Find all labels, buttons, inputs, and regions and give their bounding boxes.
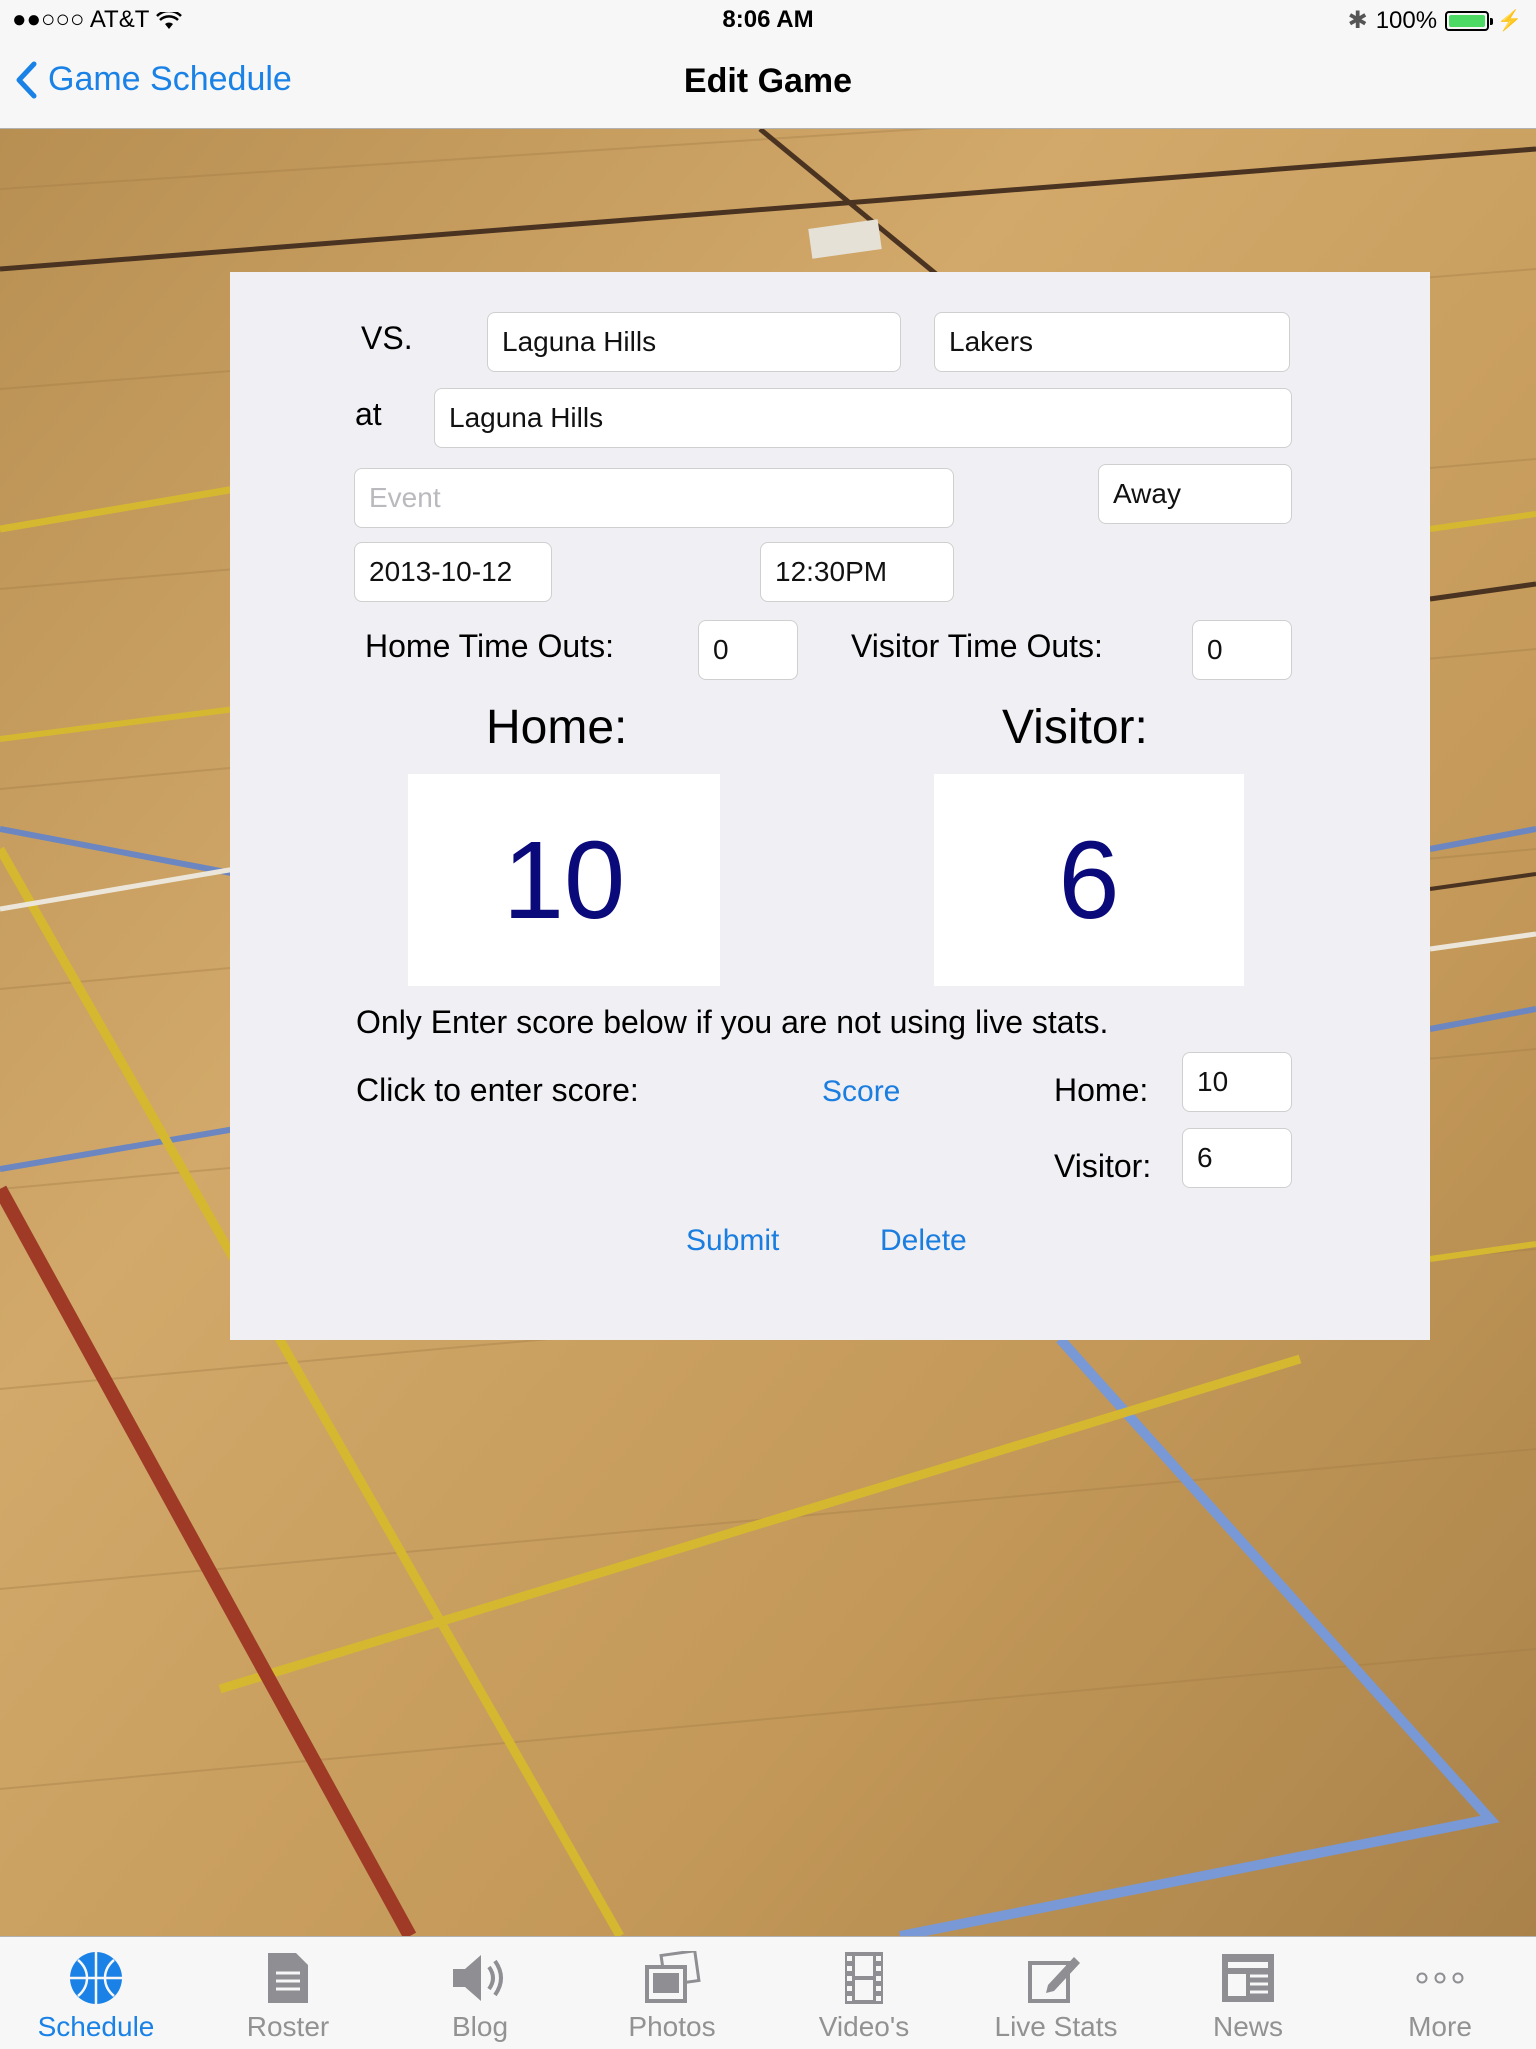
- charging-icon: ⚡: [1497, 10, 1522, 32]
- tab-label: Blog: [451, 2011, 509, 2042]
- home-timeouts-label: Home Time Outs:: [365, 628, 614, 664]
- opponent-team-field[interactable]: Lakers: [934, 312, 1290, 372]
- battery-percent: 100%: [1375, 6, 1438, 34]
- edit-game-card: VS. Laguna Hills Lakers at Laguna Hills …: [230, 272, 1430, 1340]
- tab-label: Schedule: [37, 2011, 155, 2042]
- photos-icon: [643, 1949, 701, 2007]
- manual-score-note: Only Enter score below if you are not us…: [356, 1004, 1109, 1040]
- submit-button[interactable]: Submit: [686, 1224, 779, 1258]
- tab-label: Live Stats: [994, 2011, 1118, 2042]
- visitor-timeouts-field[interactable]: 0: [1192, 620, 1292, 680]
- opponent-city-field[interactable]: Laguna Hills: [487, 312, 901, 372]
- basketball-icon: [68, 1949, 124, 2007]
- event-field[interactable]: Event: [354, 468, 954, 528]
- home-timeouts-field[interactable]: 0: [698, 620, 798, 680]
- bluetooth-icon: ✱: [1347, 7, 1368, 34]
- manual-visitor-score-field[interactable]: 6: [1182, 1128, 1292, 1188]
- tab-live-stats[interactable]: Live Stats: [960, 1937, 1152, 2049]
- tab-videos[interactable]: Video's: [768, 1937, 960, 2049]
- visitor-timeouts-label: Visitor Time Outs:: [851, 628, 1103, 664]
- tab-bar: Schedule Roster Blog Photos Video's Live…: [0, 1936, 1536, 2049]
- more-icon: [1414, 1949, 1466, 2007]
- location-field[interactable]: Laguna Hills: [434, 388, 1292, 448]
- vs-label: VS.: [361, 320, 413, 356]
- tab-news[interactable]: News: [1152, 1937, 1344, 2049]
- tab-more[interactable]: More: [1344, 1937, 1536, 2049]
- tab-label: Roster: [246, 2011, 330, 2042]
- score-link[interactable]: Score: [822, 1075, 900, 1109]
- date-field[interactable]: 2013-10-12: [354, 542, 552, 602]
- edit-icon: [1028, 1949, 1084, 2007]
- page-title: Edit Game: [683, 62, 853, 100]
- home-score-heading: Home:: [486, 701, 628, 754]
- film-icon: [843, 1949, 885, 2007]
- visitor-score-display: 6: [934, 774, 1244, 986]
- manual-home-score-field[interactable]: 10: [1182, 1052, 1292, 1112]
- speaker-icon: [451, 1949, 509, 2007]
- document-icon: [266, 1949, 310, 2007]
- manual-home-label: Home:: [1054, 1072, 1149, 1108]
- tab-photos[interactable]: Photos: [576, 1937, 768, 2049]
- time-field[interactable]: 12:30PM: [760, 542, 954, 602]
- tab-label: Photos: [628, 2011, 716, 2042]
- tab-schedule[interactable]: Schedule: [0, 1937, 192, 2049]
- tab-roster[interactable]: Roster: [192, 1937, 384, 2049]
- visitor-score-heading: Visitor:: [1002, 701, 1148, 754]
- tab-label: Video's: [818, 2011, 910, 2042]
- home-away-field[interactable]: Away: [1098, 464, 1292, 524]
- home-score-display: 10: [408, 774, 720, 986]
- status-time: 8:06 AM: [722, 6, 814, 33]
- at-label: at: [355, 396, 382, 432]
- battery-icon: [1445, 10, 1494, 31]
- tab-blog[interactable]: Blog: [384, 1937, 576, 2049]
- tab-label: News: [1212, 2011, 1283, 2042]
- status-right: ✱ 100% ⚡: [1348, 6, 1522, 35]
- delete-button[interactable]: Delete: [880, 1224, 967, 1258]
- tab-label: More: [1408, 2011, 1472, 2042]
- manual-visitor-label: Visitor:: [1054, 1148, 1152, 1184]
- click-to-enter-label: Click to enter score:: [356, 1072, 639, 1108]
- newspaper-icon: [1220, 1949, 1276, 2007]
